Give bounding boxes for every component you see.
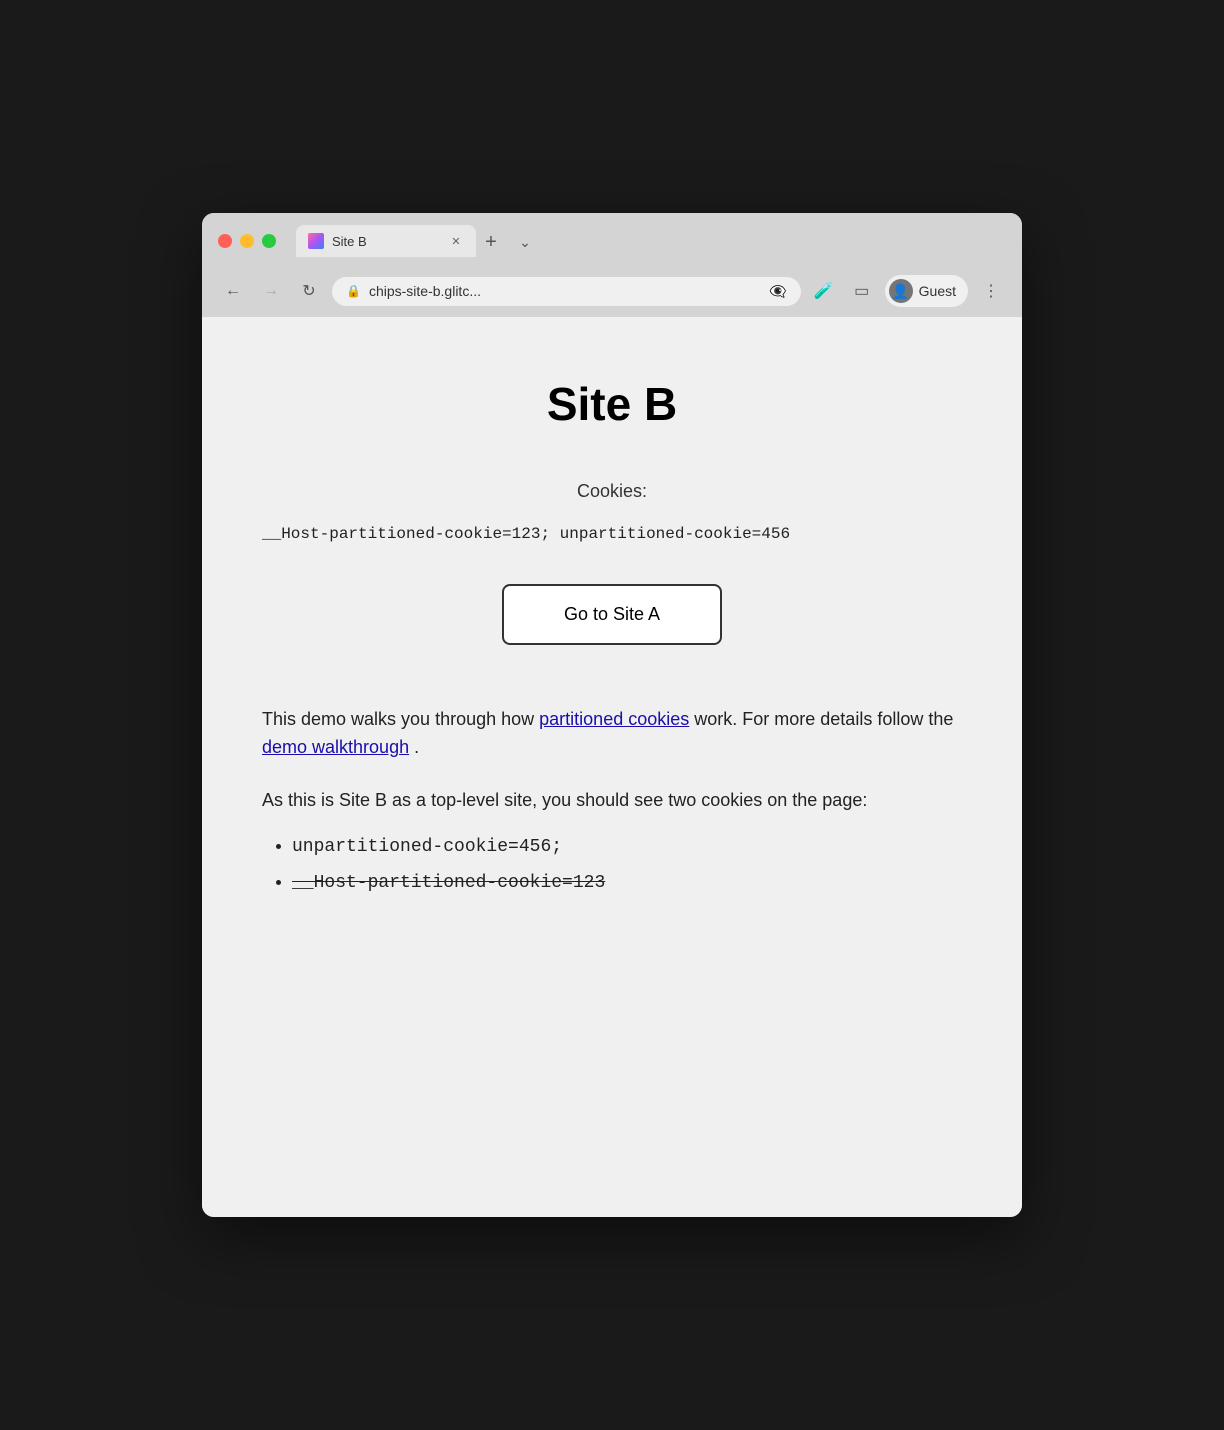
goto-site-a-button[interactable]: Go to Site A (502, 584, 722, 645)
address-bar[interactable]: 🔒 chips-site-b.glitc... 👁‍🗨 (332, 277, 801, 306)
user-profile-button[interactable]: 👤 Guest (885, 275, 968, 307)
demo-walkthrough-link[interactable]: demo walkthrough (262, 737, 409, 757)
maximize-button[interactable] (262, 234, 276, 248)
sidebar-button[interactable]: ▭ (847, 276, 877, 306)
address-text: chips-site-b.glitc... (369, 283, 761, 299)
tab-close-button[interactable]: ✕ (448, 233, 464, 249)
browser-window: Site B ✕ + ⌄ ← → ↻ 🔒 chips-site-b.glitc.… (202, 213, 1022, 1217)
cookie-list-item-2: __Host-partitioned-cookie=123 (292, 867, 962, 899)
page-title: Site B (262, 377, 962, 431)
nav-bar: ← → ↻ 🔒 chips-site-b.glitc... 👁‍🗨 🧪 ▭ 👤 … (202, 267, 1022, 317)
active-tab[interactable]: Site B ✕ (296, 225, 476, 257)
description-text-end: . (414, 737, 419, 757)
eye-slash-icon: 👁‍🗨 (769, 283, 786, 300)
labs-icon[interactable]: 🧪 (809, 276, 839, 306)
tab-title: Site B (332, 234, 440, 249)
new-tab-button[interactable]: + (476, 227, 506, 257)
tabs-row: Site B ✕ + ⌄ (296, 225, 1006, 257)
partitioned-cookies-link[interactable]: partitioned cookies (539, 709, 689, 729)
cookie-list: unpartitioned-cookie=456; __Host-partiti… (262, 831, 962, 900)
cookie-list-item-1: unpartitioned-cookie=456; (292, 831, 962, 863)
description-text-mid: work. For more details follow the (694, 709, 953, 729)
as-site-text: As this is Site B as a top-level site, y… (262, 786, 962, 815)
avatar: 👤 (889, 279, 913, 303)
page-content: Site B Cookies: __Host-partitioned-cooki… (202, 317, 1022, 1217)
cookies-label: Cookies: (262, 481, 962, 502)
title-bar: Site B ✕ + ⌄ (202, 213, 1022, 267)
close-button[interactable] (218, 234, 232, 248)
lock-icon: 🔒 (346, 284, 361, 298)
menu-button[interactable]: ⋮ (976, 276, 1006, 306)
reload-button[interactable]: ↻ (294, 276, 324, 306)
tab-dropdown-button[interactable]: ⌄ (510, 227, 540, 257)
description-paragraph: This demo walks you through how partitio… (262, 705, 962, 763)
user-label: Guest (919, 283, 956, 299)
minimize-button[interactable] (240, 234, 254, 248)
tab-favicon (308, 233, 324, 249)
cookie-value: __Host-partitioned-cookie=123; unpartiti… (262, 522, 962, 548)
back-button[interactable]: ← (218, 276, 248, 306)
description-text-start: This demo walks you through how (262, 709, 534, 729)
traffic-lights (218, 234, 276, 248)
forward-button[interactable]: → (256, 276, 286, 306)
